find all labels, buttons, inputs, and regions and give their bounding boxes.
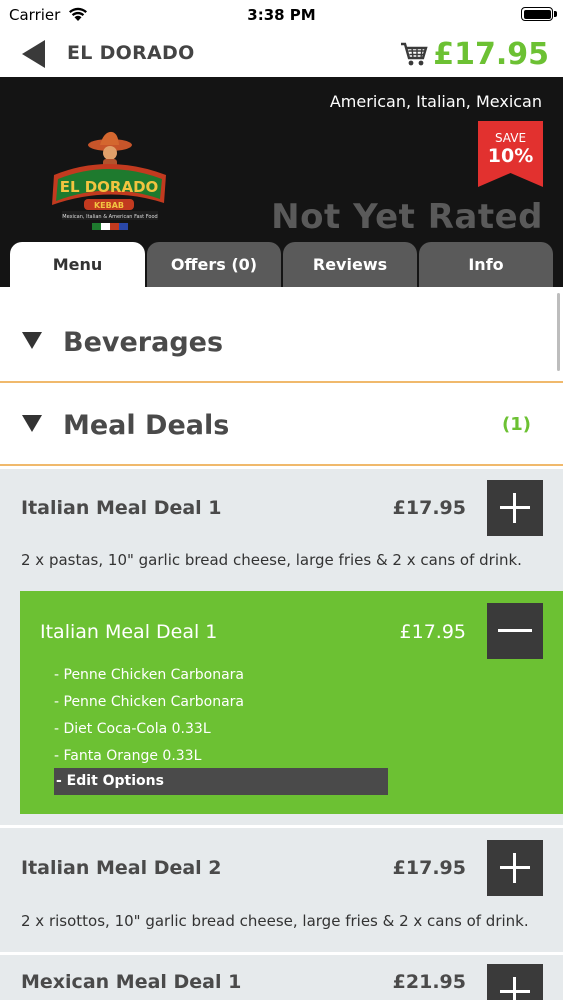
add-button[interactable] [487,964,543,1000]
selected-options-list: - Penne Chicken Carbonara - Penne Chicke… [54,663,244,771]
cart-icon [400,41,428,67]
option-item: - Fanta Orange 0.33L [54,748,202,764]
tab-bar: Menu Offers (0) Reviews Info [10,242,553,287]
cuisines-label: American, Italian, Mexican [329,92,542,111]
status-time: 3:38 PM [247,6,316,24]
back-arrow-icon[interactable] [20,38,48,70]
cart-total: £17.95 [433,36,549,72]
status-bar: Carrier 3:38 PM [0,0,563,30]
item-price: £17.95 [392,497,466,519]
option-item: - Diet Coca-Cola 0.33L [54,721,211,737]
item-name: Mexican Meal Deal 1 [21,971,242,993]
logo-subtitle: Mexican, Italian & American Fast Food [62,214,157,220]
category-beverages[interactable]: Beverages [0,301,563,383]
category-name: Meal Deals [63,410,230,441]
edit-options-button[interactable]: - Edit Options [54,768,388,795]
nav-bar: EL DORADO £17.95 [0,30,563,77]
option-item: - Penne Chicken Carbonara [54,694,244,710]
category-meal-deals[interactable]: Meal Deals (1) [0,384,563,466]
cart-button[interactable]: £17.95 [400,34,549,74]
logo-text: EL DORADO [60,178,159,196]
menu-content[interactable]: Beverages Meal Deals (1) Italian Meal De… [0,287,563,1000]
item-name: Italian Meal Deal 2 [21,857,222,879]
option-item: - Penne Chicken Carbonara [54,667,244,683]
scrollbar[interactable] [557,293,560,371]
selected-item-panel: Italian Meal Deal 1 £17.95 - Penne Chick… [20,591,563,814]
item-description: 2 x risottos, 10" garlic bread cheese, l… [21,912,529,930]
save-label: SAVE [494,131,527,145]
add-button[interactable] [487,480,543,536]
tab-offers[interactable]: Offers (0) [147,242,281,287]
rating-status: Not Yet Rated [271,197,543,237]
collapse-triangle-icon [22,415,42,436]
collapse-triangle-icon [22,332,42,353]
remove-button[interactable] [487,603,543,659]
tab-reviews[interactable]: Reviews [283,242,417,287]
menu-item[interactable]: Mexican Meal Deal 1 £21.95 [0,954,563,1000]
battery-icon [521,7,557,21]
item-description: 2 x pastas, 10" garlic bread cheese, lar… [21,551,522,569]
category-count: (1) [502,414,531,435]
menu-item[interactable]: Italian Meal Deal 2 £17.95 2 x risottos,… [0,827,563,952]
add-button[interactable] [487,840,543,896]
save-badge: SAVE 10% [478,121,543,187]
tab-menu[interactable]: Menu [10,242,145,287]
svg-text:KEBAB: KEBAB [94,201,124,210]
item-price: £17.95 [392,857,466,879]
save-percent: 10% [487,145,534,167]
item-price: £21.95 [392,971,466,993]
tab-info[interactable]: Info [419,242,553,287]
selected-item-name: Italian Meal Deal 1 [40,621,218,643]
item-name: Italian Meal Deal 1 [21,497,222,519]
selected-item-price: £17.95 [399,621,466,643]
category-name: Beverages [63,327,224,358]
restaurant-title: EL DORADO [67,42,195,64]
